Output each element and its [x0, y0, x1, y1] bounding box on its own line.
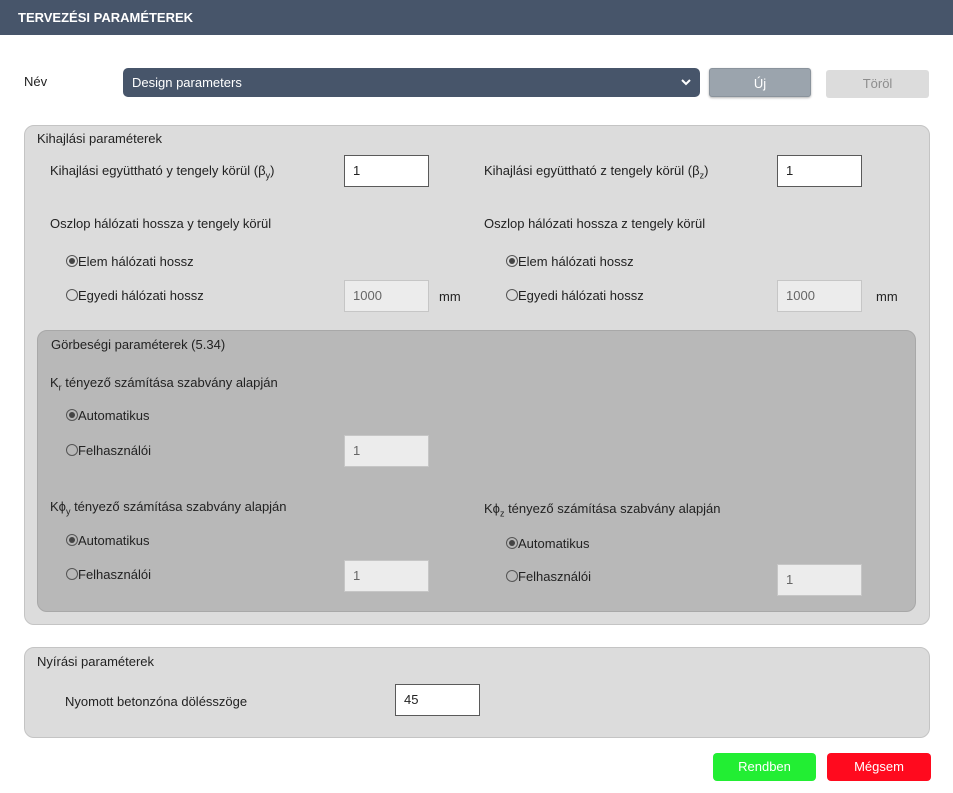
- chevron-down-icon: [680, 68, 692, 107]
- delete-button[interactable]: Töröl: [826, 70, 929, 98]
- angle-input[interactable]: 45: [395, 684, 480, 716]
- window-title: TERVEZÉSI PARAMÉTEREK: [0, 0, 953, 35]
- angle-label: Nyomott betonzóna dölésszöge: [65, 694, 248, 709]
- length-z-custom-input[interactable]: 1000: [777, 280, 862, 312]
- kphi-y-label: Kϕy tényező számítása szabvány alapján: [50, 499, 287, 517]
- kphi-z-auto-option[interactable]: Automatikus: [506, 536, 590, 551]
- length-z-custom-option[interactable]: Egyedi hálózati hossz: [506, 288, 644, 303]
- ok-button[interactable]: Rendben: [713, 753, 816, 781]
- kphi-y-auto-option[interactable]: Automatikus: [66, 533, 150, 548]
- buckling-group-title: Kihajlási paraméterek: [37, 131, 163, 146]
- radio-icon[interactable]: [66, 444, 78, 456]
- radio-selected-icon[interactable]: [66, 255, 78, 267]
- beta-y-label: Kihajlási együttható y tengely körül (βy…: [50, 163, 275, 181]
- radio-icon[interactable]: [66, 289, 78, 301]
- radio-icon[interactable]: [506, 289, 518, 301]
- kphi-y-user-option[interactable]: Felhasználói: [66, 567, 151, 582]
- kr-value-input[interactable]: 1: [344, 435, 429, 467]
- radio-selected-icon[interactable]: [506, 537, 518, 549]
- kphi-z-user-option[interactable]: Felhasználói: [506, 569, 591, 584]
- kr-user-option[interactable]: Felhasználói: [66, 443, 151, 458]
- length-y-custom-input[interactable]: 1000: [344, 280, 429, 312]
- cancel-button[interactable]: Mégsem: [827, 753, 931, 781]
- radio-icon[interactable]: [66, 568, 78, 580]
- length-z-title: Oszlop hálózati hossza z tengely körül: [484, 216, 706, 231]
- kphi-z-value-input[interactable]: 1: [777, 564, 862, 596]
- curvature-group-title: Görbeségi paraméterek (5.34): [51, 337, 226, 352]
- length-z-unit: mm: [876, 289, 898, 304]
- radio-selected-icon[interactable]: [66, 409, 78, 421]
- length-y-custom-option[interactable]: Egyedi hálózati hossz: [66, 288, 204, 303]
- length-y-unit: mm: [439, 289, 461, 304]
- shear-group-title: Nyírási paraméterek: [37, 654, 155, 669]
- radio-selected-icon[interactable]: [506, 255, 518, 267]
- name-select[interactable]: Design parameters: [123, 68, 700, 97]
- kphi-y-value-input[interactable]: 1: [344, 560, 429, 592]
- radio-selected-icon[interactable]: [66, 534, 78, 546]
- radio-icon[interactable]: [506, 570, 518, 582]
- name-label: Név: [24, 74, 48, 89]
- beta-z-label: Kihajlási együttható z tengely körül (βz…: [484, 163, 709, 181]
- length-y-title: Oszlop hálózati hossza y tengely körül: [50, 216, 272, 231]
- kr-auto-option[interactable]: Automatikus: [66, 408, 150, 423]
- new-button[interactable]: Új: [709, 68, 811, 97]
- beta-y-input[interactable]: 1: [344, 155, 429, 187]
- kr-label: Kr tényező számítása szabvány alapján: [50, 375, 278, 393]
- name-select-value: Design parameters: [132, 75, 242, 90]
- length-z-elem-option[interactable]: Elem hálózati hossz: [506, 254, 634, 269]
- length-y-elem-option[interactable]: Elem hálózati hossz: [66, 254, 194, 269]
- beta-z-input[interactable]: 1: [777, 155, 862, 187]
- kphi-z-label: Kϕz tényező számítása szabvány alapján: [484, 501, 721, 519]
